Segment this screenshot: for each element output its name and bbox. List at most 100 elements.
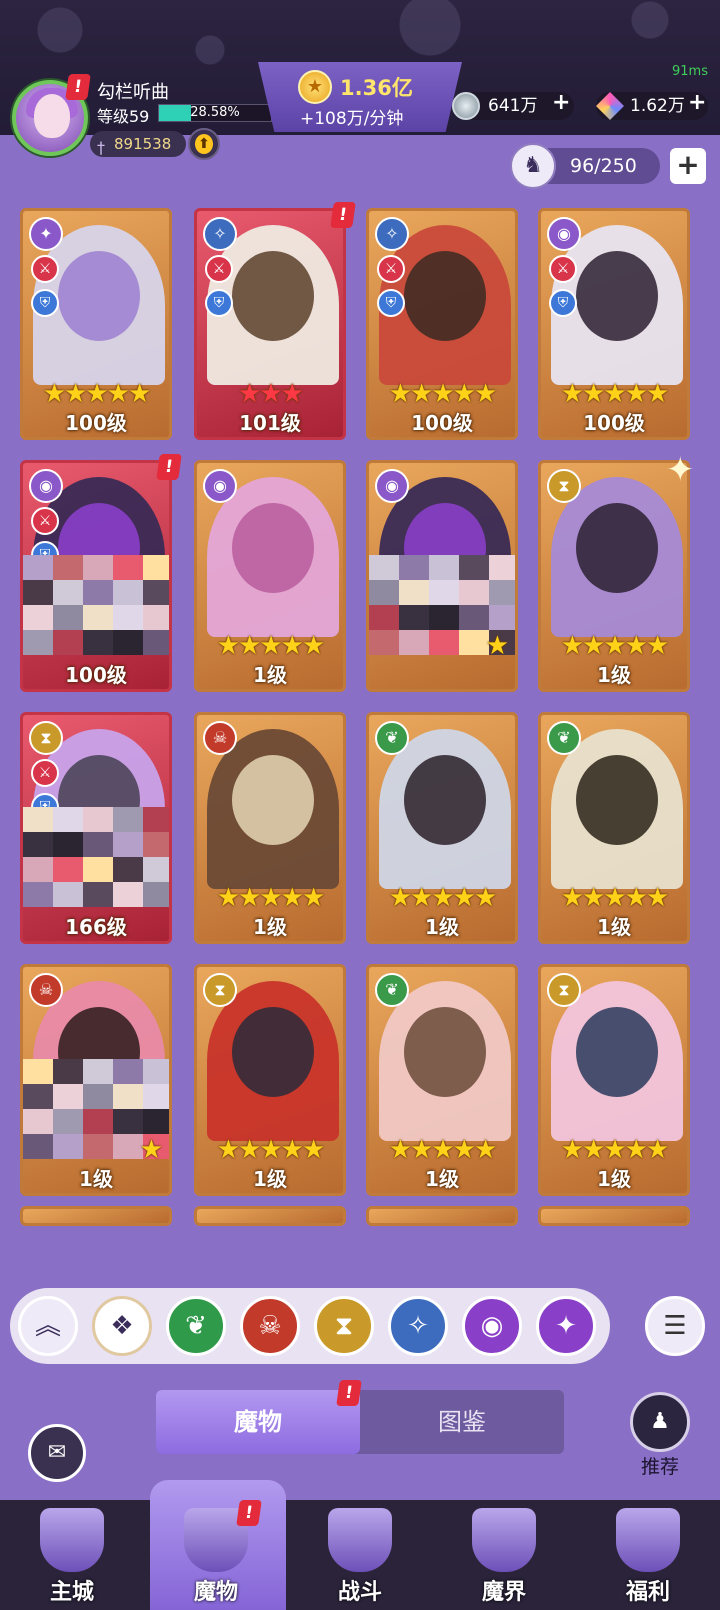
monster-card[interactable]: ◉⚔⛨100级 [20,460,172,692]
monster-card[interactable]: ❦ ★★★★★ 1级 [538,712,690,944]
star-rating: ★★★★★ [560,379,670,409]
attack-role-icon: ⚔ [31,507,59,535]
monster-portrait-detail [404,251,486,341]
monster-card[interactable]: ☠ ★ 1级 [20,964,172,1196]
sort-button[interactable]: ☰ [645,1296,705,1356]
monster-level: 1级 [79,1167,113,1191]
monster-card[interactable]: ⧗ ★★★★★ 1级 [194,964,346,1196]
monster-level: 100级 [583,411,645,435]
gold-rate: +108万/分钟 [300,109,404,129]
nav-label: 魔物 [193,1580,238,1605]
censor-mosaic [23,807,169,907]
monster-card[interactable]: ☠ ★★★★★ 1级 [194,712,346,944]
nature-filter-icon[interactable]: ❦ [166,1296,226,1356]
add-silver-button[interactable]: + [552,90,570,115]
shield-role-icon: ⛨ [205,289,233,317]
nav-battle[interactable]: 战斗 [288,1500,432,1610]
star-rating: ★★★★★ [216,631,326,661]
gold-coin-icon: ★ [298,70,332,104]
card-alert-icon: ! [330,202,356,228]
tab-codex[interactable]: 图鉴 [360,1390,564,1454]
monster-portrait-detail [232,251,314,341]
monster-bag-icon: ♞ [510,143,556,189]
monster-card[interactable]: ❦ ★★★★★ 1级 [366,712,518,944]
star-rating: ★★★★★ [388,883,498,913]
monster-portrait-detail [576,251,658,341]
nav-label: 魔界 [481,1580,526,1605]
monster-card[interactable]: ◉ ⚔ ⛨ ★★★★★ 100级 [538,208,690,440]
tab-monsters[interactable]: 魔物 [156,1390,360,1454]
nav-monsters[interactable]: 魔物 [144,1500,288,1610]
monster-level: 1级 [597,663,631,687]
monster-card[interactable]: ⧗ ★★★★★ 1级 [538,460,690,692]
gem-value: 1.62万 [630,96,685,116]
monster-level: 1级 [425,1167,459,1191]
faction-icon: ✦ [29,217,63,251]
monster-level: 1级 [253,663,287,687]
dragon-filter-icon[interactable]: ✧ [388,1296,448,1356]
collapse-button[interactable]: ︽ [18,1296,78,1356]
monster-card[interactable]: ✧ ⚔ ⛨ ★★★ 101级 [194,208,346,440]
star-rating: ★★★★★ [560,883,670,913]
eye-filter-icon[interactable]: ◉ [462,1296,522,1356]
faction-icon: ☠ [203,721,237,755]
nav-main-city[interactable]: 主城 [0,1500,144,1610]
nav-alert-icon: ! [236,1500,262,1526]
recommend-button[interactable]: ♟ [630,1392,690,1452]
attack-role-icon: ⚔ [205,255,233,283]
monster-portrait-detail [576,755,658,845]
monster-card[interactable] [20,1206,172,1226]
monster-level: 1级 [597,1167,631,1191]
monster-grid: ✦ ⚔ ⛨ ★★★★★ 100级 ✧ ⚔ ⛨ ★★★ 101级! ✧ ⚔ ⛨ ★★★★★ 100级 ◉ ⚔ ⛨ ★★… [0,200,720,1260]
monster-card[interactable] [366,1206,518,1226]
star-rating: ★★★★★ [560,631,670,661]
nav-welfare[interactable]: 福利 [576,1500,720,1610]
sword-icon [328,1508,392,1572]
sparkle-icon: ✦ [666,450,695,490]
monster-portrait-detail [404,755,486,845]
monster-card[interactable] [538,1206,690,1226]
nav-demon-realm[interactable]: 魔界 [432,1500,576,1610]
filter-all-button[interactable]: ❖ [92,1296,152,1356]
silver-coin-icon [452,92,480,120]
combat-power-value: 891538 [114,135,172,153]
monster-portrait-detail [232,755,314,845]
star-rating: ★★★ [238,379,304,409]
faction-icon: ⧗ [547,469,581,503]
monster-level: 1级 [425,915,459,939]
combat-power: † 891538 [90,131,186,157]
add-gem-button[interactable]: + [688,90,706,115]
card-alert-icon: ! [156,454,182,480]
monster-card[interactable]: ◉ ★★★★★ 1级 [194,460,346,692]
faction-icon: ◉ [29,469,63,503]
rune-filter-icon[interactable]: ✦ [536,1296,596,1356]
monster-level: 100级 [65,411,127,435]
expand-capacity-button[interactable]: + [670,148,706,184]
attack-role-icon: ⚔ [377,255,405,283]
star-rating: ★★★★★ [42,379,152,409]
group-icon: ♟ [650,1409,670,1434]
monster-card[interactable] [194,1206,346,1226]
monster-card[interactable]: ❦ ★★★★★ 1级 [366,964,518,1196]
chat-button[interactable]: ✉ [28,1424,86,1482]
faction-icon: ◉ [203,469,237,503]
faction-icon: ◉ [547,217,581,251]
monster-card[interactable]: ⧗⚔⛨166级 [20,712,172,944]
power-up-button[interactable]: ⬆ [188,128,220,160]
faction-icon: ✧ [203,217,237,251]
demon-filter-icon[interactable]: ☠ [240,1296,300,1356]
hourglass-filter-icon[interactable]: ⧗ [314,1296,374,1356]
star-rating: ★★★★★ [560,1135,670,1165]
monster-portrait-detail [404,1007,486,1097]
nav-label: 战斗 [337,1580,382,1605]
monster-card[interactable]: ◉ ★ [366,460,518,692]
monster-level: 101级 [239,411,301,435]
monster-level: 100级 [65,663,127,687]
monster-card[interactable]: ✦ ⚔ ⛨ ★★★★★ 100级 [20,208,172,440]
monster-card[interactable]: ✧ ⚔ ⛨ ★★★★★ 100级 [366,208,518,440]
shield-role-icon: ⛨ [31,289,59,317]
monster-card[interactable]: ⧗ ★★★★★ 1级 [538,964,690,1196]
attack-role-icon: ⚔ [31,759,59,787]
monster-portrait-detail [232,503,314,593]
monster-portrait-detail [58,251,140,341]
